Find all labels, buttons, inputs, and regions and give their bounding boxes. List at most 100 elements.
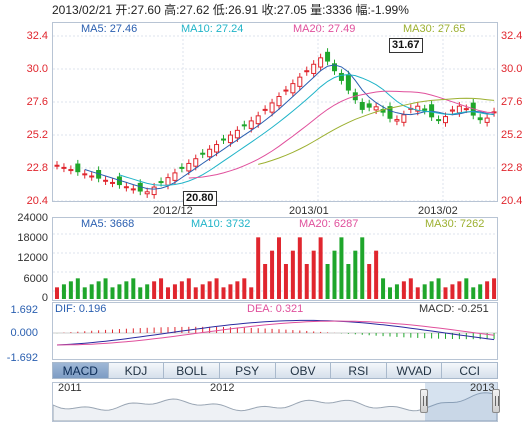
volume-bar: [68, 281, 73, 299]
volume-bar: [318, 237, 323, 299]
candle-body: [463, 108, 469, 111]
candle-body: [89, 175, 95, 178]
volume-bar: [82, 287, 87, 299]
price-ytick-right: 20.4: [501, 195, 523, 207]
macd-ytick: 1.692: [10, 304, 38, 316]
low-price-label: 20.80: [183, 191, 217, 206]
candle-body: [75, 163, 81, 173]
candle-body: [151, 186, 157, 196]
volume-bar: [325, 264, 330, 299]
price-chart-panel[interactable]: MA5: 27.46 MA10: 27.24 MA20: 27.49 MA30:…: [52, 22, 498, 202]
volume-bar: [103, 278, 108, 299]
candle-body: [144, 191, 150, 195]
volume-bar: [450, 284, 455, 299]
volume-bar: [221, 287, 226, 299]
volume-bar: [297, 237, 302, 299]
navigator-right-handle[interactable]: [492, 389, 500, 413]
candle-body: [325, 51, 331, 62]
vol-ytick: 12000: [17, 252, 48, 264]
navigator-left-handle[interactable]: [420, 389, 428, 413]
candle-body: [103, 179, 109, 182]
candlestick-chart: [53, 23, 497, 201]
tab-boll[interactable]: BOLL: [164, 362, 220, 379]
tab-wvad[interactable]: WVAD: [386, 362, 443, 379]
tab-rsi[interactable]: RSI: [331, 362, 387, 379]
volume-bar: [159, 278, 164, 299]
volume-bar: [311, 250, 316, 299]
tab-cci[interactable]: CCI: [442, 362, 498, 379]
volume-bar: [55, 287, 59, 299]
volume-bar: [277, 237, 281, 299]
volume-bar: [152, 281, 157, 299]
volume-bar: [110, 287, 115, 299]
volume-bar: [485, 281, 490, 299]
indicator-tabs: MACD KDJ BOLL PSY OBV RSI WVAD CCI: [52, 362, 498, 379]
candle-body: [130, 188, 136, 191]
candle-body: [248, 120, 254, 129]
volume-chart-panel[interactable]: MA5: 3668 MA10: 3732 MA20: 6287 MA30: 72…: [52, 217, 498, 301]
price-ytick-right: 25.2: [501, 129, 523, 141]
volume-bar: [207, 281, 212, 299]
candle-body: [304, 70, 310, 73]
volume-bar: [339, 237, 344, 299]
candle-body: [207, 148, 213, 158]
volume-bar: [408, 278, 413, 299]
volume-bar: [75, 278, 80, 299]
candle-body: [234, 129, 240, 139]
tab-psy[interactable]: PSY: [219, 362, 276, 379]
price-ytick-right: 22.8: [501, 162, 523, 174]
candle-body: [221, 138, 226, 141]
volume-bar: [145, 284, 150, 299]
tab-kdj[interactable]: KDJ: [108, 362, 165, 379]
high-price-label: 31.67: [389, 38, 423, 53]
volume-bar: [457, 281, 462, 299]
range-navigator[interactable]: [52, 382, 498, 422]
volume-bar: [242, 278, 247, 299]
volume-bar: [138, 287, 143, 299]
macd-chart: [53, 319, 497, 346]
candle-body: [484, 117, 490, 123]
volume-bar: [367, 264, 372, 299]
volume-bar: [228, 284, 233, 299]
volume-bar: [422, 284, 427, 299]
vol-ytick: 18000: [17, 232, 48, 244]
navigator-year-label: 2011: [58, 382, 82, 394]
vol-ytick: 6000: [23, 273, 48, 285]
quote-summary: 2013/02/21 开:27.60 高:27.62 低:26.91 收:27.…: [52, 3, 409, 17]
volume-bar: [360, 237, 365, 299]
volume-bar: [401, 281, 406, 299]
volume-bar: [283, 264, 288, 299]
vol-ytick: 0: [41, 292, 48, 304]
candle-body: [61, 166, 67, 169]
candle-body: [214, 144, 220, 153]
tab-obv[interactable]: OBV: [275, 362, 332, 379]
price-ytick-left: 32.4: [26, 30, 48, 42]
volume-bar: [415, 287, 420, 299]
volume-bar: [429, 281, 434, 299]
candle-body: [318, 57, 324, 68]
candle-body: [227, 134, 233, 144]
candle-body: [200, 152, 206, 155]
candle-body: [255, 115, 261, 125]
tab-macd[interactable]: MACD: [52, 362, 109, 379]
volume-bar: [186, 278, 191, 299]
price-ytick-left: 22.8: [26, 162, 48, 174]
candle-body: [373, 106, 379, 111]
macd-ytick: 0.000: [10, 327, 38, 339]
candle-body: [290, 83, 296, 94]
candle-body: [262, 108, 268, 111]
volume-bar: [270, 250, 275, 299]
macd-chart-panel[interactable]: DIF: 0.196 DEA: 0.321 MACD: -0.251: [52, 302, 498, 360]
volume-bar: [117, 284, 122, 299]
candle-body: [241, 124, 247, 127]
volume-bar: [263, 264, 268, 299]
volume-bar: [96, 281, 101, 299]
candle-body: [193, 158, 199, 167]
candle-body: [401, 114, 407, 123]
candle-body: [443, 116, 448, 124]
volume-bar: [381, 278, 386, 299]
volume-bar: [172, 284, 177, 299]
candle-body: [54, 164, 60, 167]
price-ytick-right: 30.0: [501, 63, 523, 75]
ma10-line: [119, 74, 495, 186]
